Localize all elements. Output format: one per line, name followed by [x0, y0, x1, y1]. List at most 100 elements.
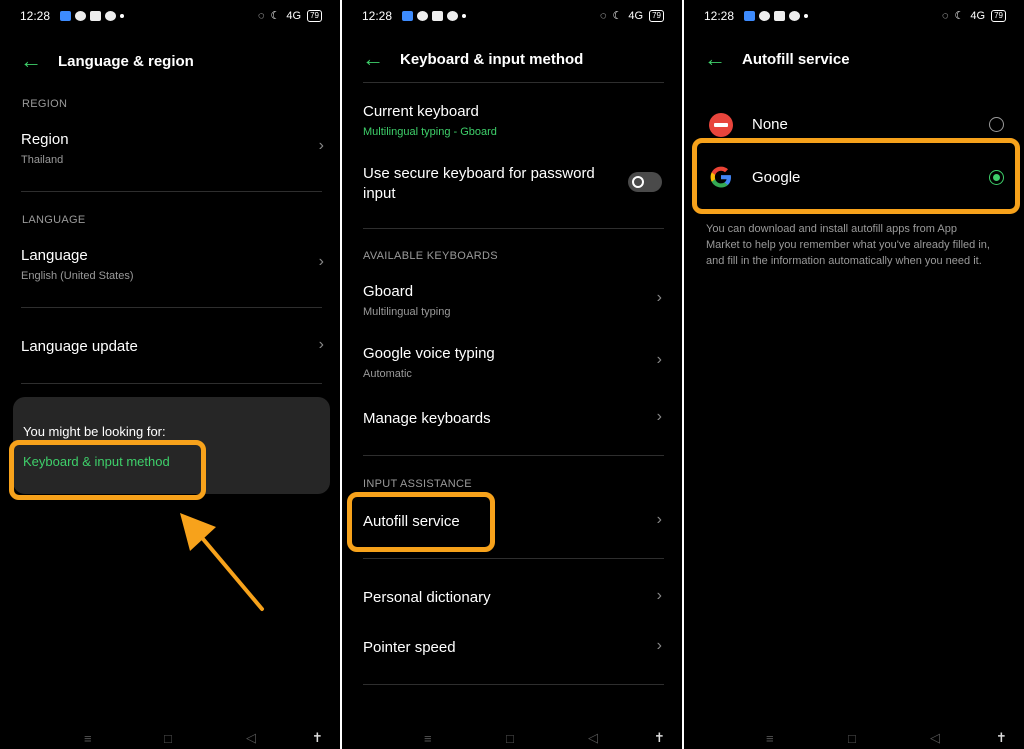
- navigation-bar: ≡ □ ◁ ✝: [0, 729, 340, 749]
- pointer-speed-item[interactable]: Pointer speed ›: [363, 637, 666, 656]
- section-label-input-assistance: INPUT ASSISTANCE: [363, 478, 472, 490]
- messenger-notification-icon: [789, 11, 800, 21]
- status-time: 12:28: [362, 9, 393, 23]
- current-keyboard-label: Current keyboard: [363, 103, 479, 120]
- none-option[interactable]: None: [708, 112, 1004, 138]
- personal-dictionary-item[interactable]: Personal dictionary ›: [363, 587, 666, 606]
- back-arrow-icon[interactable]: ←: [704, 48, 726, 70]
- more-notifications-dot: [462, 14, 466, 18]
- divider: [363, 684, 664, 685]
- vibrate-icon: ◌: [257, 9, 265, 22]
- vibrate-icon: ◌: [599, 9, 607, 22]
- accessibility-icon[interactable]: ✝: [312, 730, 323, 746]
- section-label-region: REGION: [22, 98, 68, 110]
- page-header: ← Autofill service: [704, 48, 850, 70]
- language-label: Language: [21, 247, 88, 264]
- toggle-knob: [632, 176, 644, 188]
- gboard-item[interactable]: Gboard Multilingual typing ›: [363, 283, 666, 318]
- manage-keyboards-label: Manage keyboards: [363, 410, 491, 427]
- chevron-right-icon: ›: [656, 511, 662, 528]
- secure-keyboard-toggle[interactable]: [628, 172, 662, 192]
- page-title: Language & region: [58, 52, 194, 70]
- divider: [363, 558, 664, 559]
- region-item[interactable]: Region Thailand ›: [21, 131, 324, 166]
- game-notification-icon: [774, 11, 785, 21]
- home-nav-icon[interactable]: □: [164, 731, 172, 746]
- notification-icons: [60, 11, 124, 21]
- divider: [363, 455, 664, 456]
- autofill-description: You can download and install autofill ap…: [706, 221, 1016, 269]
- current-keyboard-value: Multilingual typing - Gboard: [363, 126, 497, 138]
- status-time: 12:28: [20, 9, 51, 23]
- page-title: Keyboard & input method: [400, 50, 584, 68]
- chevron-right-icon: ›: [656, 587, 662, 604]
- highlight-box: [347, 492, 495, 552]
- back-nav-icon[interactable]: ◁: [246, 730, 256, 746]
- game-notification-icon: [432, 11, 443, 21]
- divider: [21, 191, 322, 192]
- pointer-arrow-annotation: [180, 513, 264, 611]
- chevron-right-icon: ›: [656, 289, 662, 306]
- language-update-label: Language update: [21, 338, 138, 355]
- page-title: Autofill service: [742, 50, 850, 68]
- autofill-service-screen: 12:28 ◌ ☾ 4G 79 ← Autofill service None: [684, 0, 1024, 749]
- description-line: You can download and install autofill ap…: [706, 223, 957, 235]
- messenger-notification-icon: [105, 11, 116, 21]
- accessibility-icon[interactable]: ✝: [996, 730, 1007, 746]
- status-bar: 12:28 ◌ ☾ 4G 79: [20, 6, 322, 26]
- gboard-label: Gboard: [363, 283, 414, 300]
- personal-dictionary-label: Personal dictionary: [363, 589, 491, 606]
- home-nav-icon[interactable]: □: [506, 731, 514, 746]
- none-option-label: None: [752, 116, 788, 133]
- back-arrow-icon[interactable]: ←: [20, 50, 42, 72]
- system-indicators: ◌ ☾ 4G 79: [942, 9, 1006, 22]
- chevron-right-icon: ›: [318, 253, 324, 270]
- google-voice-typing-label: Google voice typing: [363, 345, 495, 362]
- chevron-right-icon: ›: [656, 408, 662, 425]
- secure-keyboard-item[interactable]: Use secure keyboard for password input: [363, 165, 666, 202]
- notification-icons: [744, 11, 808, 21]
- app-notification-icon: [402, 11, 413, 21]
- navigation-bar: ≡ □ ◁ ✝: [684, 729, 1024, 749]
- none-radio[interactable]: [989, 117, 1004, 132]
- description-line: and fill in the information automaticall…: [706, 255, 982, 267]
- language-update-item[interactable]: Language update ›: [21, 336, 324, 355]
- signal-icon: 4G: [286, 9, 302, 22]
- suggestion-title: You might be looking for:: [23, 424, 166, 439]
- current-keyboard-item[interactable]: Current keyboard Multilingual typing - G…: [363, 103, 666, 138]
- dnd-moon-icon: ☾: [612, 10, 623, 22]
- region-label: Region: [21, 131, 69, 148]
- description-line: Market to help you remember what you've …: [706, 239, 990, 251]
- chat-notification-icon: [417, 11, 428, 21]
- vibrate-icon: ◌: [941, 9, 949, 22]
- highlight-box: [9, 440, 206, 500]
- chevron-right-icon: ›: [318, 137, 324, 154]
- page-header: ← Language & region: [20, 50, 194, 72]
- app-notification-icon: [744, 11, 755, 21]
- gboard-sub: Multilingual typing: [363, 306, 451, 318]
- section-label-language: LANGUAGE: [22, 214, 86, 226]
- pointer-speed-label: Pointer speed: [363, 639, 456, 656]
- signal-icon: 4G: [628, 9, 644, 22]
- back-nav-icon[interactable]: ◁: [930, 730, 940, 746]
- region-value: Thailand: [21, 154, 64, 166]
- divider: [21, 307, 322, 308]
- divider: [363, 228, 664, 229]
- dnd-moon-icon: ☾: [954, 10, 965, 22]
- menu-nav-icon[interactable]: ≡: [766, 731, 774, 746]
- language-item[interactable]: Language English (United States) ›: [21, 247, 324, 282]
- menu-nav-icon[interactable]: ≡: [424, 731, 432, 746]
- secure-keyboard-label-line1: Use secure keyboard for password: [363, 165, 595, 182]
- divider: [363, 82, 664, 83]
- home-nav-icon[interactable]: □: [848, 731, 856, 746]
- back-nav-icon[interactable]: ◁: [588, 730, 598, 746]
- status-time: 12:28: [704, 9, 735, 23]
- google-voice-typing-item[interactable]: Google voice typing Automatic ›: [363, 345, 666, 380]
- back-arrow-icon[interactable]: ←: [362, 48, 384, 70]
- manage-keyboards-item[interactable]: Manage keyboards ›: [363, 408, 666, 427]
- messenger-notification-icon: [447, 11, 458, 21]
- chevron-right-icon: ›: [656, 351, 662, 368]
- accessibility-icon[interactable]: ✝: [654, 730, 665, 746]
- menu-nav-icon[interactable]: ≡: [84, 731, 92, 746]
- chat-notification-icon: [75, 11, 86, 21]
